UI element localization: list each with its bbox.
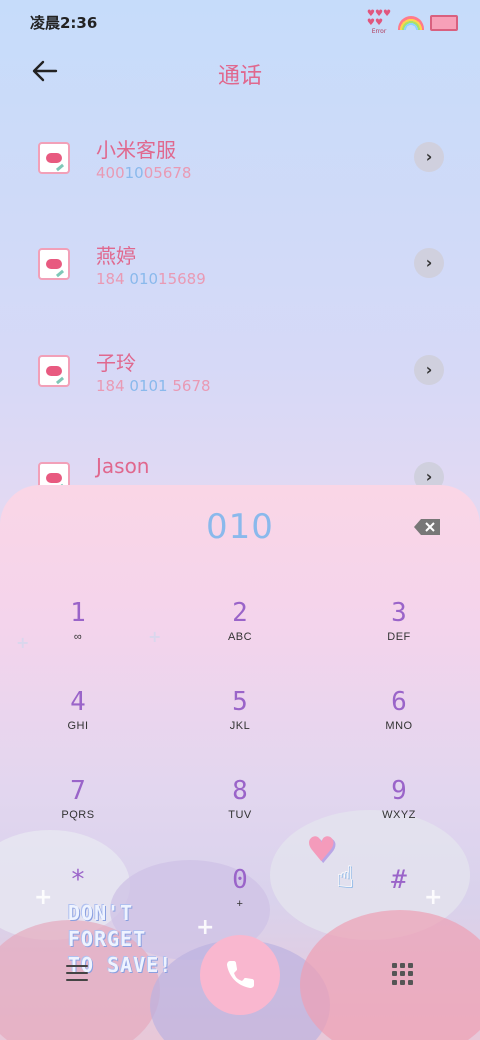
chevron-right-icon: › (425, 253, 433, 272)
sparkle-icon: + (16, 633, 30, 652)
dialer-bottom-bar (0, 935, 480, 1015)
heart-icon: ♥ (306, 830, 337, 870)
contact-name: 小米客服 (96, 138, 176, 162)
message-icon[interactable] (38, 355, 70, 387)
sparkle-icon: + (424, 885, 443, 910)
contact-name: 燕婷 (96, 244, 136, 268)
contact-row[interactable]: 子玲 184 0101 5678 › (0, 341, 480, 421)
message-icon[interactable] (38, 142, 70, 174)
key-8[interactable]: 8 TUV (185, 775, 295, 845)
message-icon[interactable] (38, 248, 70, 280)
call-button[interactable] (200, 935, 280, 1015)
contact-row[interactable]: 小米客服 4001005678 › (0, 128, 480, 208)
status-time: 凌晨2:36 (30, 14, 98, 32)
status-icons: ♥♥♥ ♥♥ Error (366, 10, 458, 35)
key-4[interactable]: 4 GHI (23, 686, 133, 756)
phone-icon (227, 961, 254, 988)
dialed-number: 010 (206, 507, 274, 547)
dialpad-icon (392, 963, 397, 968)
menu-button[interactable] (66, 965, 88, 985)
voicemail-icon: ∞ (73, 631, 83, 643)
sparkle-icon: + (34, 885, 53, 910)
dialer-panel: 010 1 ∞ 2 ABC 3 DEF 4 GHI 5 JKL 6 MNO 7 PQRS 8T… (0, 485, 480, 1040)
folder-icon (430, 14, 458, 31)
key-1[interactable]: 1 ∞ (23, 597, 133, 667)
contact-number: 184 0101 5678 (96, 377, 211, 395)
contact-name: Jason (96, 454, 150, 478)
rainbow-icon (398, 15, 424, 30)
delete-button[interactable] (414, 519, 440, 535)
backspace-icon (414, 519, 440, 535)
header: 通话 (0, 50, 480, 90)
key-7[interactable]: 7 PQRS (23, 775, 133, 845)
sparkle-icon: + (148, 627, 162, 646)
error-label: Error (371, 28, 387, 35)
key-6[interactable]: 6 MNO (344, 686, 454, 756)
key-3[interactable]: 3 DEF (344, 597, 454, 667)
contact-detail-button[interactable]: › (414, 355, 444, 385)
contact-number: 184 01015689 (96, 270, 206, 288)
key-9[interactable]: 9 WXYZ (344, 775, 454, 845)
hearts-icon: ♥♥♥ ♥♥ Error (366, 9, 392, 36)
contact-detail-button[interactable]: › (414, 142, 444, 172)
status-bar: 凌晨2:36 ♥♥♥ ♥♥ Error (0, 0, 480, 44)
key-2[interactable]: 2 ABC (185, 597, 295, 667)
keypad-toggle-button[interactable] (392, 963, 414, 985)
hand-pointer-icon: ☝ (336, 860, 355, 895)
contact-name: 子玲 (96, 351, 136, 375)
contact-row[interactable]: 燕婷 184 01015689 › (0, 234, 480, 314)
key-5[interactable]: 5 JKL (185, 686, 295, 756)
page-title: 通话 (217, 64, 262, 89)
contact-detail-button[interactable]: › (414, 248, 444, 278)
chevron-right-icon: › (425, 360, 433, 379)
menu-icon (66, 965, 88, 981)
chevron-right-icon: › (425, 147, 433, 166)
contact-number: 4001005678 (96, 164, 192, 182)
